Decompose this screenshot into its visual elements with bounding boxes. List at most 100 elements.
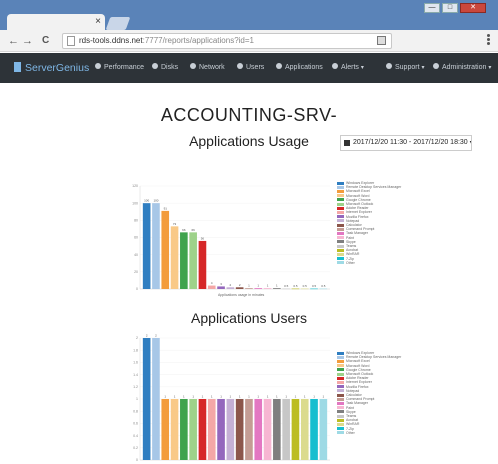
legend-swatch	[337, 376, 344, 380]
y-tick-label: 0	[136, 287, 138, 291]
chart-bar	[217, 286, 225, 289]
legend-swatch	[337, 423, 344, 427]
y-tick-label: 20	[134, 270, 138, 274]
bar-value-label: 0.5	[293, 284, 298, 288]
bar-value-label: 2	[155, 334, 157, 338]
y-tick-label: 40	[134, 253, 138, 257]
bar-value-label: 1	[323, 395, 325, 399]
chart-bar	[152, 203, 160, 289]
legend-swatch	[337, 206, 344, 210]
bar-value-label: 2	[146, 334, 148, 338]
bar-value-label: 1	[313, 395, 315, 399]
legend-swatch	[337, 427, 344, 431]
chart-bar	[142, 338, 151, 460]
legend-swatch	[337, 219, 344, 223]
bar-value-label: 1	[239, 395, 241, 399]
y-tick-label: 0.6	[133, 422, 138, 426]
legend-swatch	[337, 236, 344, 240]
bar-value-label: 100	[153, 199, 158, 203]
bar-value-label: 3	[220, 282, 222, 286]
bar-value-label: 66	[182, 228, 186, 232]
bar-value-label: 73	[173, 222, 177, 226]
legend-item[interactable]: Other	[337, 431, 401, 435]
chart-bar	[180, 232, 188, 289]
chart-bar	[300, 399, 309, 460]
legend-swatch	[337, 248, 344, 252]
chart-bar	[170, 226, 179, 289]
chart-bar	[319, 288, 328, 290]
chart-bar	[310, 399, 318, 460]
bar-value-label: 56	[201, 236, 205, 240]
users-chart-legend: Windows Explorer Remote Desktop Services …	[337, 351, 401, 435]
chart-bar	[282, 399, 290, 460]
legend-swatch	[337, 355, 344, 359]
bar-value-label: 0.5	[284, 284, 289, 288]
bar-value-label: 1	[164, 395, 166, 399]
legend-swatch	[337, 232, 344, 236]
chart-bar	[226, 287, 235, 289]
legend-swatch	[337, 190, 344, 193]
legend-swatch	[337, 223, 344, 227]
bar-value-label: 1	[285, 395, 287, 399]
bar-value-label: 1	[202, 395, 204, 399]
bar-value-label: 1	[295, 395, 297, 399]
bar-value-label: 1	[267, 284, 269, 288]
y-tick-label: 1.8	[133, 348, 138, 352]
legend-swatch	[337, 351, 344, 355]
y-tick-label: 1.2	[133, 385, 138, 389]
legend-swatch	[337, 431, 344, 435]
legend-swatch	[337, 364, 344, 368]
y-tick-label: 120	[132, 184, 138, 188]
y-tick-label: 1	[136, 397, 138, 401]
chart-bar	[263, 399, 272, 460]
bar-value-label: 1	[230, 395, 232, 399]
chart-bar	[263, 288, 272, 289]
y-tick-label: 0.2	[133, 446, 138, 450]
legend-swatch	[337, 244, 344, 248]
bar-value-label: 0.5	[303, 284, 308, 288]
bar-value-label: 1	[304, 395, 306, 399]
chart-bar	[180, 399, 188, 460]
chart-bar	[291, 288, 300, 290]
bar-value-label: 2	[230, 283, 232, 287]
legend-swatch	[337, 202, 344, 206]
bar-value-label: 1	[276, 395, 278, 399]
chart-bar	[282, 288, 290, 290]
chart-bar	[254, 399, 263, 460]
chart-bar	[161, 399, 170, 460]
legend-swatch	[337, 372, 344, 376]
chart-bar	[254, 288, 263, 289]
y-tick-label: 0.4	[133, 434, 138, 438]
legend-label: Other	[346, 430, 355, 435]
chart-bar	[273, 399, 281, 460]
legend-item[interactable]: Other	[337, 261, 401, 265]
bar-value-label: 0.5	[321, 284, 326, 288]
chart-bar	[245, 399, 253, 460]
legend-swatch	[337, 381, 344, 385]
chart-bar	[170, 399, 179, 460]
y-tick-label: 0.8	[133, 409, 138, 413]
bar-value-label: 1	[192, 395, 194, 399]
chart-bar	[226, 399, 235, 460]
usage-chart-legend: Windows Explorer Remote Desktop Services …	[337, 181, 401, 265]
legend-swatch	[337, 181, 344, 185]
bar-value-label: 66	[191, 228, 195, 232]
legend-swatch	[337, 360, 344, 363]
legend-swatch	[337, 194, 344, 198]
bar-value-label: 1	[211, 395, 213, 399]
bar-value-label: 1	[174, 395, 176, 399]
y-tick-label: 0	[136, 458, 138, 462]
chart-bar	[235, 287, 244, 289]
y-tick-label: 80	[134, 219, 138, 223]
bar-value-label: 1	[257, 395, 259, 399]
chart-bar	[217, 399, 225, 460]
legend-swatch	[337, 385, 344, 389]
chart-bar	[300, 288, 309, 290]
legend-swatch	[337, 253, 344, 257]
chart-bar	[207, 285, 216, 289]
y-tick-label: 1.6	[133, 361, 138, 365]
legend-swatch	[337, 185, 344, 189]
legend-swatch	[337, 414, 344, 418]
bar-value-label: 4	[211, 281, 213, 285]
legend-swatch	[337, 257, 344, 261]
